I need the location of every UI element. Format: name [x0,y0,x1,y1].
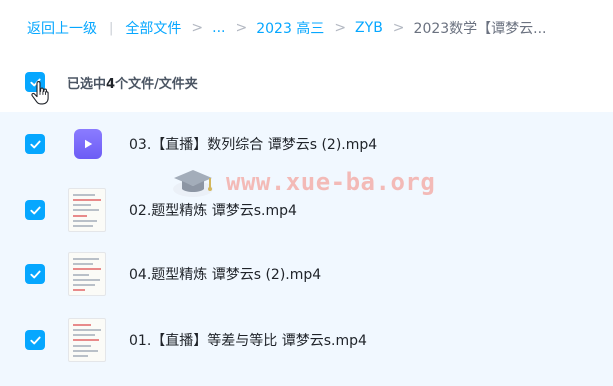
hand-pointer-icon [31,81,49,105]
item-checkbox[interactable] [25,134,45,154]
document-thumbnail-icon [68,188,106,232]
selection-summary: 已选中4个文件/文件夹 [67,76,198,92]
chevron-right-icon: > [334,20,347,36]
crumb-ellipsis[interactable]: ... [212,20,225,36]
crumb-level2[interactable]: ZYB [355,20,383,36]
back-link[interactable]: 返回上一级 [27,18,97,38]
check-icon [29,140,41,148]
document-thumbnail-icon [68,252,106,296]
file-thumbnail [68,188,108,232]
crumb-all-files[interactable]: 全部文件 [125,18,181,38]
file-name[interactable]: 03.【直播】数列综合 谭梦云s (2).mp4 [129,134,377,154]
item-checkbox[interactable] [25,330,45,350]
list-item[interactable]: 04.题型精炼 谭梦云s (2).mp4 [0,242,613,306]
separator-bar: | [109,20,114,36]
chevron-right-icon: > [191,20,204,36]
play-icon [85,139,93,149]
crumb-current: 2023数学【谭梦云... [413,21,547,37]
item-checkbox[interactable] [25,200,45,220]
file-name[interactable]: 04.题型精炼 谭梦云s (2).mp4 [129,264,321,284]
chevron-right-icon: > [392,20,405,36]
check-icon [29,336,41,344]
select-all-row: 已选中4个文件/文件夹 [25,70,198,94]
list-item[interactable]: 01.【直播】等差与等比 谭梦云s.mp4 [0,308,613,372]
video-file-icon [74,129,102,159]
file-thumbnail [68,252,108,296]
list-item[interactable]: 02.题型精炼 谭梦云s.mp4 [0,178,613,242]
item-checkbox[interactable] [25,264,45,284]
file-thumbnail [68,318,108,362]
breadcrumb: 返回上一级 | 全部文件 > ... > 2023 高三 > ZYB > 202… [27,14,613,42]
check-icon [29,270,41,278]
document-thumbnail-icon [68,318,106,362]
file-thumbnail [68,122,108,166]
check-icon [29,206,41,214]
file-list: 03.【直播】数列综合 谭梦云s (2).mp4 02.题型精炼 谭梦云s.mp… [0,112,613,386]
file-name[interactable]: 02.题型精炼 谭梦云s.mp4 [129,200,297,220]
file-name[interactable]: 01.【直播】等差与等比 谭梦云s.mp4 [129,330,367,350]
list-item[interactable]: 03.【直播】数列综合 谭梦云s (2).mp4 [0,112,613,176]
chevron-right-icon: > [235,20,248,36]
crumb-level1[interactable]: 2023 高三 [256,18,324,38]
